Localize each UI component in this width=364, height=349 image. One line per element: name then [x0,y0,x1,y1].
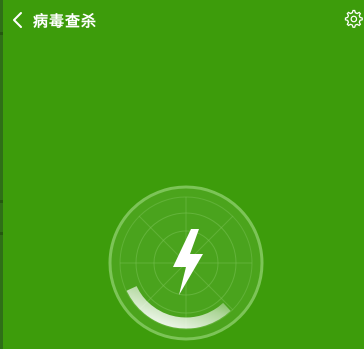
app-header: 病毒查杀 [3,0,364,40]
settings-button[interactable] [342,6,364,32]
scan-radar [107,184,265,342]
window-edge [0,0,3,349]
page-title: 病毒查杀 [33,11,98,30]
back-button[interactable] [3,0,33,40]
chevron-left-icon [13,12,22,28]
gear-icon [344,9,363,28]
